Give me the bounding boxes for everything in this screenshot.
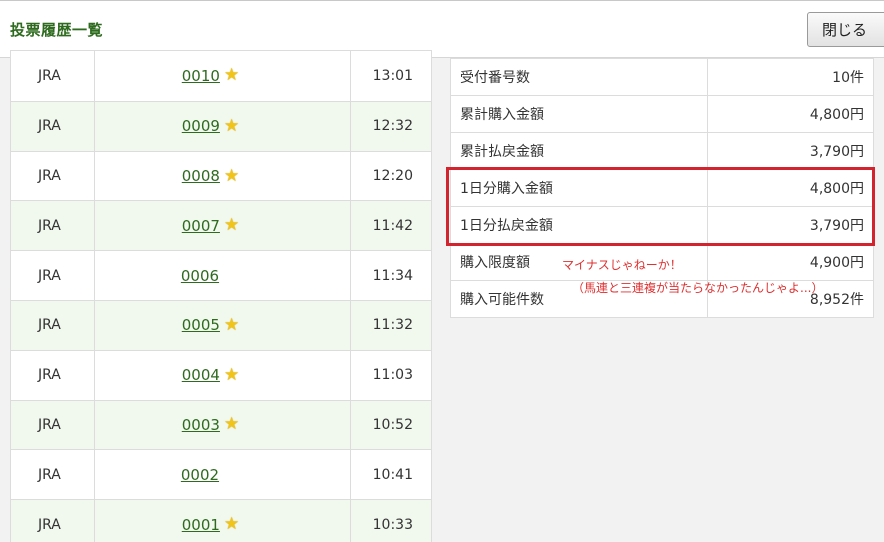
summary-value: 4,900円 <box>707 243 874 281</box>
time-cell: 11:32 <box>350 300 432 351</box>
receipt-number-link[interactable]: 0005 <box>182 316 220 334</box>
number-cell: 0001 ★ <box>93 499 352 542</box>
summary-row: 累計払戻金額 3,790円 <box>449 132 874 170</box>
number-cell: 0006 <box>93 250 352 301</box>
receipt-number-link[interactable]: 0007 <box>182 217 220 235</box>
number-cell: 0007 ★ <box>93 200 352 252</box>
star-icon: ★ <box>223 115 240 136</box>
table-row: JRA 0004 ★ 11:03 <box>10 349 432 401</box>
time-cell: 10:41 <box>350 449 432 501</box>
table-row: JRA 0010 ★ 13:01 <box>10 50 432 102</box>
org-cell: JRA <box>10 349 95 401</box>
time-cell: 13:01 <box>350 50 432 102</box>
table-row: JRA 0003 ★ 10:52 <box>10 399 432 451</box>
close-button[interactable]: 閉じる <box>807 12 884 47</box>
summary-label: 累計払戻金額 <box>449 132 709 170</box>
time-cell: 11:34 <box>350 250 432 301</box>
star-icon: ★ <box>223 514 240 535</box>
summary-label: 受付番号数 <box>449 58 709 96</box>
receipt-number-link[interactable]: 0001 <box>182 516 220 534</box>
number-cell: 0005 ★ <box>93 300 352 351</box>
star-icon: ★ <box>223 414 240 435</box>
summary-row: 累計購入金額 4,800円 <box>449 95 874 133</box>
table-row: JRA 0007 ★ 11:42 <box>10 200 432 252</box>
time-cell: 12:20 <box>350 150 432 202</box>
receipt-number-link[interactable]: 0003 <box>182 416 220 434</box>
page-title: 投票履歴一覧 <box>10 21 104 39</box>
org-cell: JRA <box>10 449 95 501</box>
org-cell: JRA <box>10 100 95 152</box>
number-cell: 0004 ★ <box>93 349 352 401</box>
annotation-line-1: マイナスじゃねーか！ <box>562 258 682 272</box>
table-row: JRA 0009 ★ 12:32 <box>10 100 432 152</box>
summary-value: 3,790円 <box>707 132 874 170</box>
table-row: JRA 0001 ★ 10:33 <box>10 499 432 542</box>
star-icon: ★ <box>223 215 240 236</box>
receipt-number-link[interactable]: 0010 <box>182 67 220 85</box>
star-icon: ★ <box>223 314 240 335</box>
star-icon: ★ <box>223 165 240 186</box>
number-cell: 0009 ★ <box>93 100 352 152</box>
receipt-number-link[interactable]: 0006 <box>181 267 219 285</box>
org-cell: JRA <box>10 200 95 252</box>
number-cell: 0008 ★ <box>93 150 352 202</box>
org-cell: JRA <box>10 499 95 542</box>
org-cell: JRA <box>10 250 95 301</box>
number-cell: 0010 ★ <box>93 50 352 102</box>
star-icon: ★ <box>223 364 240 385</box>
vote-history-table: JRA 0010 ★ 13:01 JRA 0009 ★ 12:32 JRA 0008 ★ 12:20 J… <box>10 50 432 542</box>
time-cell: 10:33 <box>350 499 432 542</box>
star-icon: ★ <box>223 65 240 86</box>
time-cell: 11:42 <box>350 200 432 252</box>
table-row: JRA 0008 ★ 12:20 <box>10 150 432 202</box>
time-cell: 11:03 <box>350 349 432 401</box>
receipt-number-link[interactable]: 0002 <box>181 466 219 484</box>
summary-label: 累計購入金額 <box>449 95 709 133</box>
number-cell: 0003 ★ <box>93 399 352 451</box>
org-cell: JRA <box>10 300 95 351</box>
org-cell: JRA <box>10 150 95 202</box>
summary-value: 4,800円 <box>707 95 874 133</box>
number-cell: 0002 <box>93 449 352 501</box>
summary-row: 受付番号数 10件 <box>449 58 874 96</box>
receipt-number-link[interactable]: 0009 <box>182 117 220 135</box>
summary-value: 10件 <box>707 58 874 96</box>
annotation-line-2: （馬連と三連複が当たらなかったんじゃよ...） <box>572 281 824 295</box>
time-cell: 12:32 <box>350 100 432 152</box>
receipt-number-link[interactable]: 0004 <box>182 366 220 384</box>
time-cell: 10:52 <box>350 399 432 451</box>
receipt-number-link[interactable]: 0008 <box>182 167 220 185</box>
org-cell: JRA <box>10 50 95 102</box>
table-row: JRA 0002 10:41 <box>10 449 432 501</box>
org-cell: JRA <box>10 399 95 451</box>
table-row: JRA 0005 ★ 11:32 <box>10 300 432 351</box>
highlight-box <box>446 167 875 246</box>
table-row: JRA 0006 11:34 <box>10 250 432 301</box>
